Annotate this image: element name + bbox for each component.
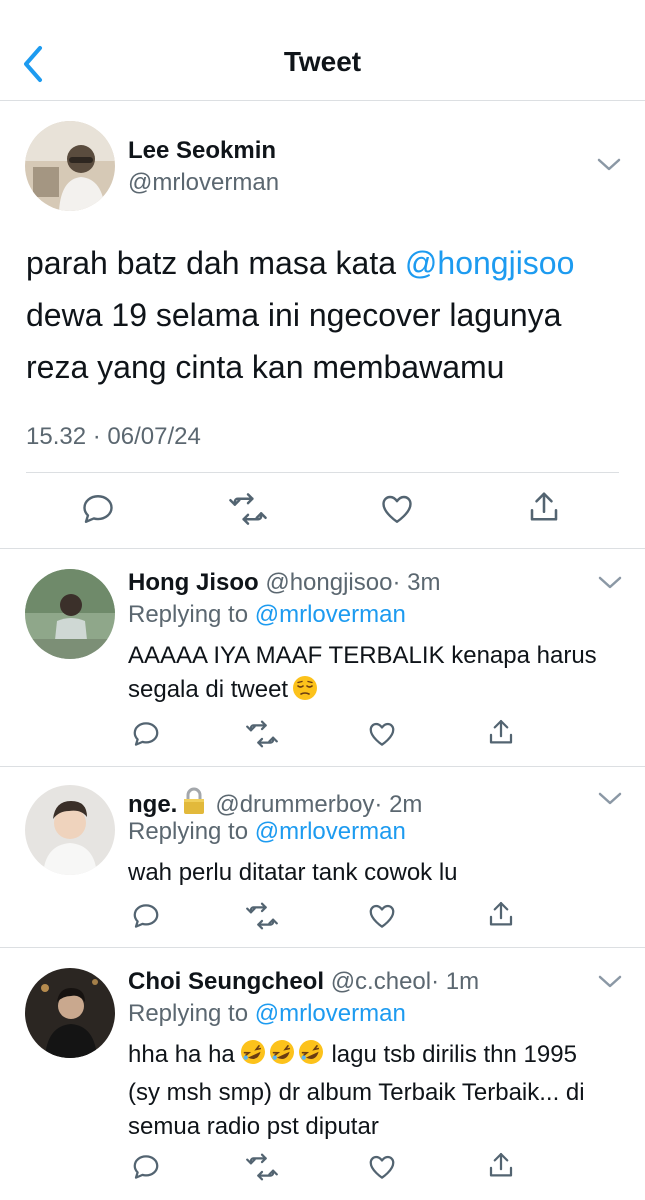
reply-text-line1: hha ha ha [128, 1041, 235, 1068]
lock-icon [181, 787, 207, 822]
retweet-icon[interactable] [246, 719, 278, 749]
reply-header: Choi Seungcheol @c.cheol· 1m [128, 968, 479, 996]
pensive-face-icon [292, 675, 318, 711]
replying-to-link[interactable]: @mrloverman [255, 1000, 406, 1027]
reply-icon[interactable] [131, 719, 161, 749]
share-icon[interactable] [526, 489, 562, 527]
share-icon[interactable] [486, 899, 516, 931]
divider [26, 472, 619, 473]
tweet-mention-link[interactable]: @hongjisoo [405, 245, 574, 281]
reply-text: AAAAA IYA MAAF TERBALIK kenapa harus seg… [128, 639, 608, 711]
reply-author-name[interactable]: nge. [128, 791, 177, 818]
tweet-text: parah batz dah masa kata @hongjisoo dewa… [26, 237, 626, 393]
like-heart-icon[interactable] [379, 491, 415, 527]
reply-author-handle[interactable]: @c.cheol [331, 968, 431, 995]
reply-text-body: AAAAA IYA MAAF TERBALIK kenapa harus seg… [128, 642, 597, 703]
reply-icon[interactable] [131, 901, 161, 931]
main-tweet: Lee Seokmin @mrloverman parah batz dah m… [0, 101, 645, 549]
tweet-options-chevron-icon[interactable] [596, 157, 622, 173]
reply-time: · 3m [392, 569, 441, 596]
share-icon[interactable] [486, 1150, 516, 1182]
retweet-icon[interactable] [229, 491, 267, 527]
like-heart-icon[interactable] [367, 901, 397, 931]
reply-time: · 2m [374, 791, 423, 818]
tweet-timestamp: 15.32 · 06/07/24 [26, 423, 201, 450]
reply-options-chevron-icon[interactable] [597, 575, 623, 591]
reply-icon[interactable] [131, 1152, 161, 1182]
reply-author-avatar[interactable] [25, 569, 115, 659]
reply-author-avatar[interactable] [25, 968, 115, 1058]
reply-time: · 1m [431, 968, 480, 995]
replying-to-link[interactable]: @mrloverman [255, 601, 406, 628]
replying-to-line: Replying to @mrloverman [128, 818, 406, 846]
share-icon[interactable] [486, 717, 516, 749]
replying-to-prefix: Replying to [128, 1000, 255, 1027]
navigation-bar: Tweet [0, 0, 645, 101]
retweet-icon[interactable] [246, 1152, 278, 1182]
reply-text: wah perlu ditatar tank cowok lu [128, 859, 458, 886]
retweet-icon[interactable] [246, 901, 278, 931]
replying-to-link[interactable]: @mrloverman [255, 818, 406, 845]
tweet-text-after: dewa 19 selama ini ngecover lagunya reza… [26, 297, 562, 385]
reply-tweet[interactable]: Choi Seungcheol @c.cheol· 1m Replying to… [0, 948, 645, 1200]
replying-to-line: Replying to @mrloverman [128, 1000, 406, 1028]
reply-author-name[interactable]: Hong Jisoo [128, 569, 259, 596]
reply-icon[interactable] [80, 491, 116, 527]
replying-to-prefix: Replying to [128, 601, 255, 628]
reply-header: nge. @drummerboy· 2m [128, 787, 422, 822]
replying-to-line: Replying to @mrloverman [128, 601, 406, 629]
author-name[interactable]: Lee Seokmin [128, 137, 276, 165]
reply-text: hha ha ha lagu tsb dirilis thn 1995 (sy … [128, 1038, 608, 1144]
rolling-laughing-icon [239, 1038, 325, 1076]
author-handle[interactable]: @mrloverman [128, 169, 279, 197]
tweet-text-before: parah batz dah masa kata [26, 245, 405, 281]
reply-author-name[interactable]: Choi Seungcheol [128, 968, 324, 995]
reply-options-chevron-icon[interactable] [597, 791, 623, 807]
reply-tweet[interactable]: Hong Jisoo @hongjisoo· 3m Replying to @m… [0, 549, 645, 767]
reply-header: Hong Jisoo @hongjisoo· 3m [128, 569, 440, 597]
replying-to-prefix: Replying to [128, 818, 255, 845]
reply-options-chevron-icon[interactable] [597, 974, 623, 990]
author-avatar[interactable] [25, 121, 115, 211]
reply-author-handle[interactable]: @drummerboy [215, 791, 374, 818]
reply-tweet[interactable]: nge. @drummerboy· 2m Replying to @mrlover… [0, 767, 645, 948]
like-heart-icon[interactable] [367, 1152, 397, 1182]
page-title: Tweet [283, 46, 362, 77]
reply-author-handle[interactable]: @hongjisoo [265, 569, 392, 596]
like-heart-icon[interactable] [367, 719, 397, 749]
reply-author-avatar[interactable] [25, 785, 115, 875]
